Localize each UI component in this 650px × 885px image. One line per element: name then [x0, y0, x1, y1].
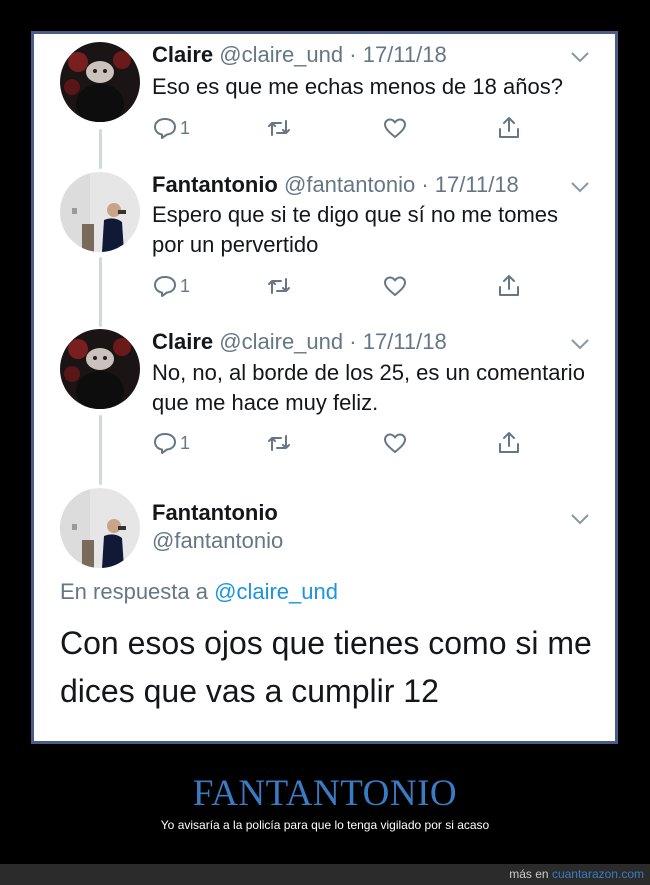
screenshot-frame: Claire @claire_und · 17/11/18 Eso es que…	[31, 31, 618, 744]
handle[interactable]: @fantantonio	[152, 528, 283, 554]
credit-prefix: más en	[509, 867, 549, 881]
tweet-thread-card: Claire @claire_und · 17/11/18 Eso es que…	[34, 34, 615, 741]
site-link[interactable]: cuantarazon.com	[552, 867, 644, 881]
main-tweet-text: Con esos ojos que tienes como si me dice…	[60, 625, 592, 709]
chevron-down-icon[interactable]	[569, 512, 591, 526]
display-name[interactable]: Fantantonio	[152, 500, 278, 526]
main-tweet[interactable]: Fantantonio @fantantonio En respuesta a …	[34, 34, 615, 741]
bottom-bar: más en cuantarazon.com	[0, 864, 650, 885]
site-credit: más en cuantarazon.com	[509, 867, 644, 881]
reply-mention-link[interactable]: @claire_und	[214, 579, 338, 604]
post-title: FANTANTONIO	[192, 773, 458, 814]
avatar[interactable]	[60, 488, 140, 568]
fantantonio-avatar-image	[60, 488, 140, 568]
reply-context: En respuesta a @claire_und	[60, 579, 338, 605]
reply-prefix: En respuesta a	[60, 579, 208, 604]
post-caption: Yo avisaría a la policía para que lo ten…	[160, 818, 490, 832]
